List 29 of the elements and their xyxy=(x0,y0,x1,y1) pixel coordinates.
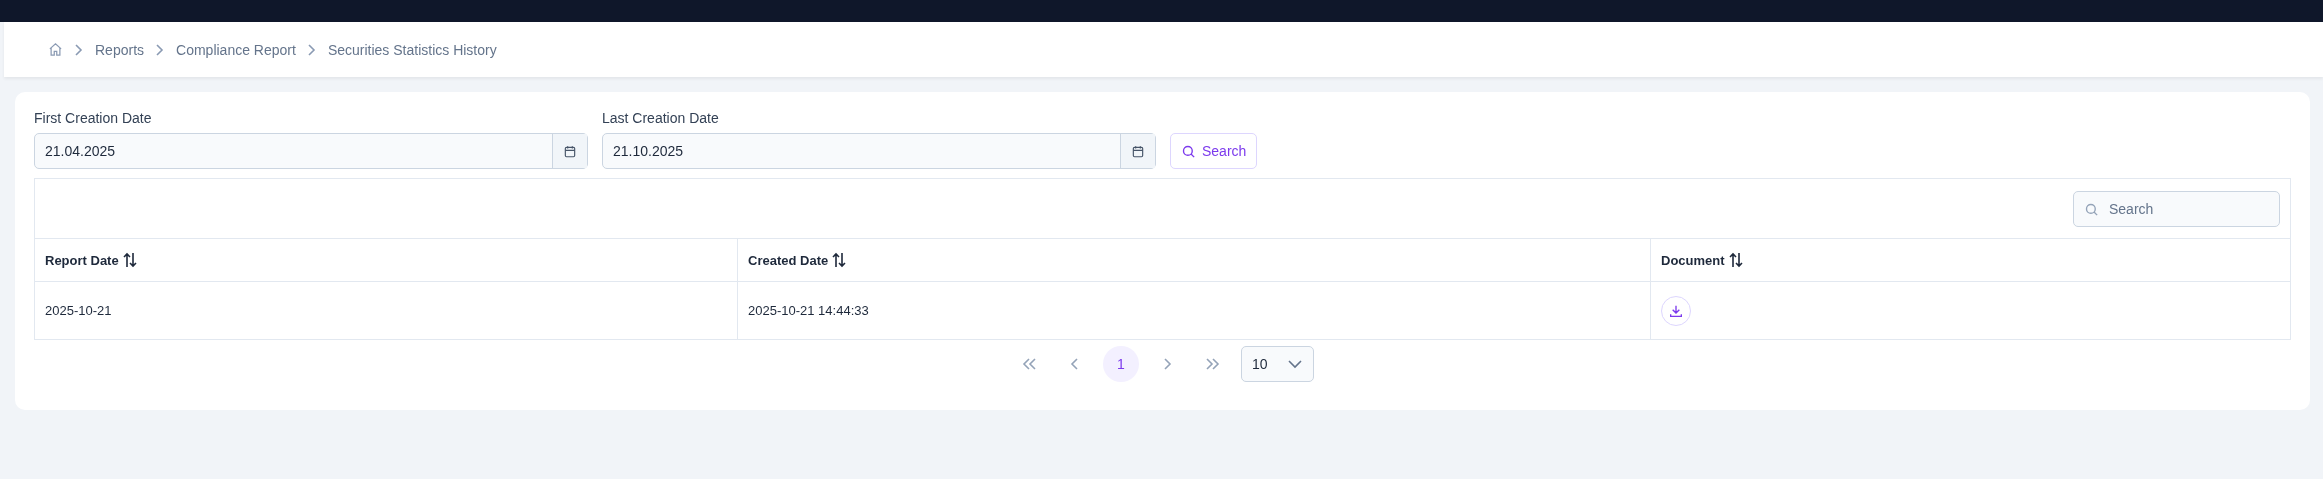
column-header[interactable]: Created Date xyxy=(748,252,829,268)
last-page-icon[interactable] xyxy=(1205,357,1221,371)
chevron-right-icon xyxy=(73,42,85,57)
page-button[interactable]: 1 xyxy=(1103,346,1139,382)
column-header[interactable]: Document xyxy=(1661,252,1725,268)
sort-icon[interactable] xyxy=(832,252,847,268)
table-cell: 2025-10-21 14:44:33 xyxy=(748,303,869,318)
field-label: Last Creation Date xyxy=(602,110,720,126)
date-field[interactable]: 21.04.2025 xyxy=(34,133,588,169)
column-header[interactable]: Report Date xyxy=(45,252,119,268)
table-cell: 2025-10-21 xyxy=(45,303,112,318)
breadcrumb-link[interactable]: Reports xyxy=(95,41,145,58)
calendar-icon xyxy=(563,143,577,159)
first-page-icon[interactable] xyxy=(1021,357,1037,371)
chevron-right-icon xyxy=(305,42,318,57)
sort-icon[interactable] xyxy=(1728,252,1743,268)
date-field[interactable]: 21.10.2025 xyxy=(602,133,1156,169)
sort-icon[interactable] xyxy=(122,252,137,268)
search-field[interactable]: Search xyxy=(2073,190,2280,227)
breadcrumb-link[interactable]: Securities Statistics History xyxy=(327,41,497,58)
download-button[interactable] xyxy=(1661,295,1691,326)
page-size-select[interactable]: 10 xyxy=(1241,346,1314,382)
breadcrumb-link[interactable]: Compliance Report xyxy=(176,41,296,58)
search-icon xyxy=(1181,143,1196,159)
chevron-down-icon xyxy=(1287,359,1303,369)
field-label: First Creation Date xyxy=(34,110,153,126)
search-button[interactable]: Search xyxy=(1170,133,1258,169)
home-icon[interactable] xyxy=(48,42,63,57)
calendar-icon xyxy=(1131,143,1145,159)
